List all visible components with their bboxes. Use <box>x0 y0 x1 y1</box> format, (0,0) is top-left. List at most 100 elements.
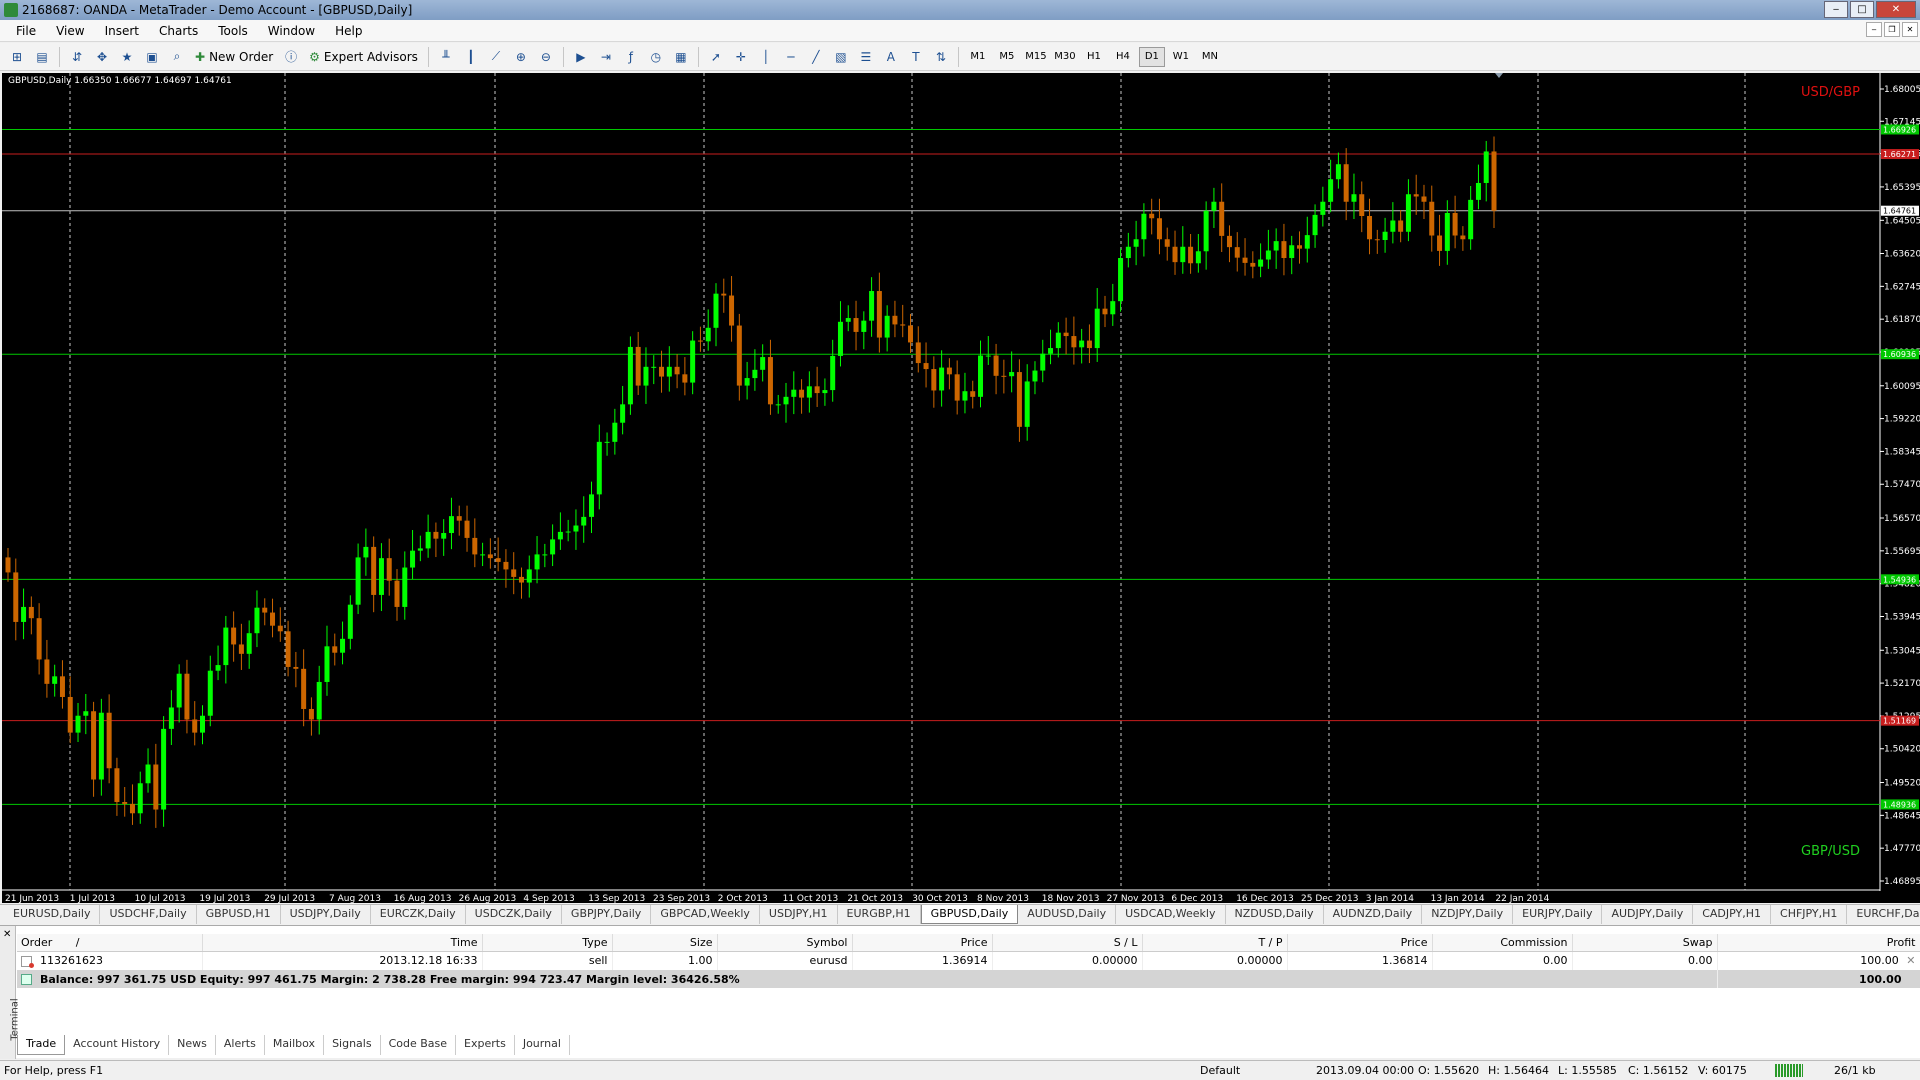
timeframe-m30[interactable]: M30 <box>1052 47 1078 67</box>
zoom-in-icon[interactable]: ⊕ <box>510 46 532 68</box>
timeframe-m1[interactable]: M1 <box>965 47 991 67</box>
text-icon[interactable]: A <box>880 46 902 68</box>
terminal-tab[interactable]: Mailbox <box>265 1035 325 1055</box>
menu-tools[interactable]: Tools <box>208 20 258 42</box>
chart-tab[interactable]: GBPJPY,Daily <box>562 905 652 924</box>
col-tp[interactable]: T / P <box>1142 934 1288 952</box>
new-chart-icon[interactable]: ⊞ <box>6 46 28 68</box>
chart-tab[interactable]: USDCHF,Daily <box>100 905 197 924</box>
terminal-tab[interactable]: Code Base <box>381 1035 457 1055</box>
close-button[interactable]: ✕ <box>1876 1 1916 18</box>
col-type[interactable]: Type <box>482 934 613 952</box>
favorites-icon[interactable]: ★ <box>116 46 138 68</box>
expert-advisors-button[interactable]: ⚙ Expert Advisors <box>305 46 422 68</box>
chart-tab[interactable]: USDJPY,H1 <box>760 905 838 924</box>
mdi-close-button[interactable]: ✕ <box>1902 22 1918 37</box>
chart-tab[interactable]: AUDNZD,Daily <box>1324 905 1423 924</box>
chart-tab[interactable]: EURJPY,Daily <box>1513 905 1603 924</box>
terminal-tab[interactable]: Trade <box>17 1035 66 1055</box>
bar-chart-icon[interactable]: ╨ <box>435 46 457 68</box>
menu-view[interactable]: View <box>46 20 94 42</box>
chart-tab[interactable]: USDCAD,Weekly <box>1116 905 1226 924</box>
zoom-out-icon[interactable]: ⊖ <box>535 46 557 68</box>
new-order-button[interactable]: ✚ New Order <box>191 46 277 68</box>
navigator-icon[interactable]: ✥ <box>91 46 113 68</box>
vertical-line-icon[interactable]: │ <box>755 46 777 68</box>
chart-tab[interactable]: GBPUSD,Daily <box>920 905 1019 924</box>
chart-tab[interactable]: GBPUSD,H1 <box>197 905 281 924</box>
col-current-price[interactable]: Price <box>1287 934 1433 952</box>
indicators-icon[interactable]: ƒ <box>620 46 642 68</box>
auto-scroll-icon[interactable]: ▶ <box>570 46 592 68</box>
chart-tab[interactable]: AUDUSD,Daily <box>1018 905 1117 924</box>
col-swap[interactable]: Swap <box>1572 934 1718 952</box>
minimize-button[interactable]: ‒ <box>1824 1 1848 18</box>
chart-shift-icon[interactable]: ⇥ <box>595 46 617 68</box>
text-label-icon[interactable]: T <box>905 46 927 68</box>
metaeditor-icon[interactable]: ⓘ <box>280 46 302 68</box>
profiles-icon[interactable]: ▤ <box>31 46 53 68</box>
chart-tab[interactable]: NZDUSD,Daily <box>1226 905 1324 924</box>
terminal-tab[interactable]: Alerts <box>216 1035 265 1055</box>
menu-insert[interactable]: Insert <box>95 20 149 42</box>
cursor-icon[interactable]: ➚ <box>705 46 727 68</box>
mdi-restore-button[interactable]: ❐ <box>1884 22 1900 37</box>
col-time[interactable]: Time <box>202 934 483 952</box>
col-order[interactable]: Order / <box>17 934 203 952</box>
timeframe-w1[interactable]: W1 <box>1168 47 1194 67</box>
crosshair-icon[interactable]: ✛ <box>730 46 752 68</box>
timeframe-h1[interactable]: H1 <box>1081 47 1107 67</box>
arrows-icon[interactable]: ⇅ <box>930 46 952 68</box>
fibonacci-icon[interactable]: ☰ <box>855 46 877 68</box>
templates-icon[interactable]: ▦ <box>670 46 692 68</box>
candlestick-icon[interactable]: ┃ <box>460 46 482 68</box>
terminal-close-icon[interactable]: ✕ <box>3 929 11 940</box>
data-window-icon[interactable]: ▣ <box>141 46 163 68</box>
candle-body <box>262 607 268 613</box>
trendline-icon[interactable]: ╱ <box>805 46 827 68</box>
terminal-tab[interactable]: Experts <box>456 1035 515 1055</box>
chart-tab[interactable]: EURCZK,Daily <box>371 905 466 924</box>
mdi-minimize-button[interactable]: ‒ <box>1866 22 1882 37</box>
menu-window[interactable]: Window <box>258 20 325 42</box>
menu-file[interactable]: File <box>6 20 46 42</box>
col-price[interactable]: Price <box>852 934 993 952</box>
terminal-tab[interactable]: Journal <box>515 1035 570 1055</box>
chart-tab[interactable]: EURUSD,Daily <box>4 905 101 924</box>
col-commission[interactable]: Commission <box>1432 934 1573 952</box>
chart-tab[interactable]: CADJPY,H1 <box>1693 905 1772 924</box>
channel-icon[interactable]: ▧ <box>830 46 852 68</box>
col-sl[interactable]: S / L <box>992 934 1143 952</box>
col-profit[interactable]: Profit <box>1717 934 1920 952</box>
chart-tab[interactable]: NZDJPY,Daily <box>1422 905 1514 924</box>
col-size[interactable]: Size <box>612 934 718 952</box>
market-watch-icon[interactable]: ⇵ <box>66 46 88 68</box>
periodicity-icon[interactable]: ◷ <box>645 46 667 68</box>
line-chart-icon[interactable]: ⟋ <box>485 46 507 68</box>
menu-charts[interactable]: Charts <box>149 20 208 42</box>
chart-tab[interactable]: AUDJPY,Daily <box>1602 905 1694 924</box>
timeframe-d1[interactable]: D1 <box>1138 46 1165 67</box>
chart-tab[interactable]: EURCHF,Daily <box>1847 905 1920 924</box>
timeframe-mn[interactable]: MN <box>1197 47 1223 67</box>
maximize-button[interactable]: □ <box>1850 1 1874 18</box>
table-row[interactable]: 113261623 2013.12.18 16:33 sell 1.00 eur… <box>17 951 1920 970</box>
chart-tab[interactable]: USDJPY,Daily <box>281 905 371 924</box>
timeframe-m15[interactable]: M15 <box>1023 47 1049 67</box>
timeframe-h4[interactable]: H4 <box>1110 47 1136 67</box>
col-symbol[interactable]: Symbol <box>717 934 853 952</box>
menu-help[interactable]: Help <box>325 20 372 42</box>
price-chart[interactable]: GBPUSD,Daily 1.66350 1.66677 1.64697 1.6… <box>2 73 1920 903</box>
close-order-icon[interactable]: ✕ <box>1906 954 1915 967</box>
terminal-tab[interactable]: Account History <box>65 1035 170 1055</box>
strategy-tester-icon[interactable]: ⌕ <box>166 46 188 68</box>
chart-tab[interactable]: EURGBP,H1 <box>838 905 921 924</box>
terminal-tab[interactable]: Signals <box>324 1035 381 1055</box>
chart-tab[interactable]: GBPCAD,Weekly <box>651 905 760 924</box>
terminal-tab[interactable]: News <box>169 1035 216 1055</box>
balance-icon <box>21 974 32 985</box>
chart-tab[interactable]: USDCZK,Daily <box>466 905 562 924</box>
chart-tab[interactable]: CHFJPY,H1 <box>1771 905 1848 924</box>
horizontal-line-icon[interactable]: ─ <box>780 46 802 68</box>
timeframe-m5[interactable]: M5 <box>994 47 1020 67</box>
